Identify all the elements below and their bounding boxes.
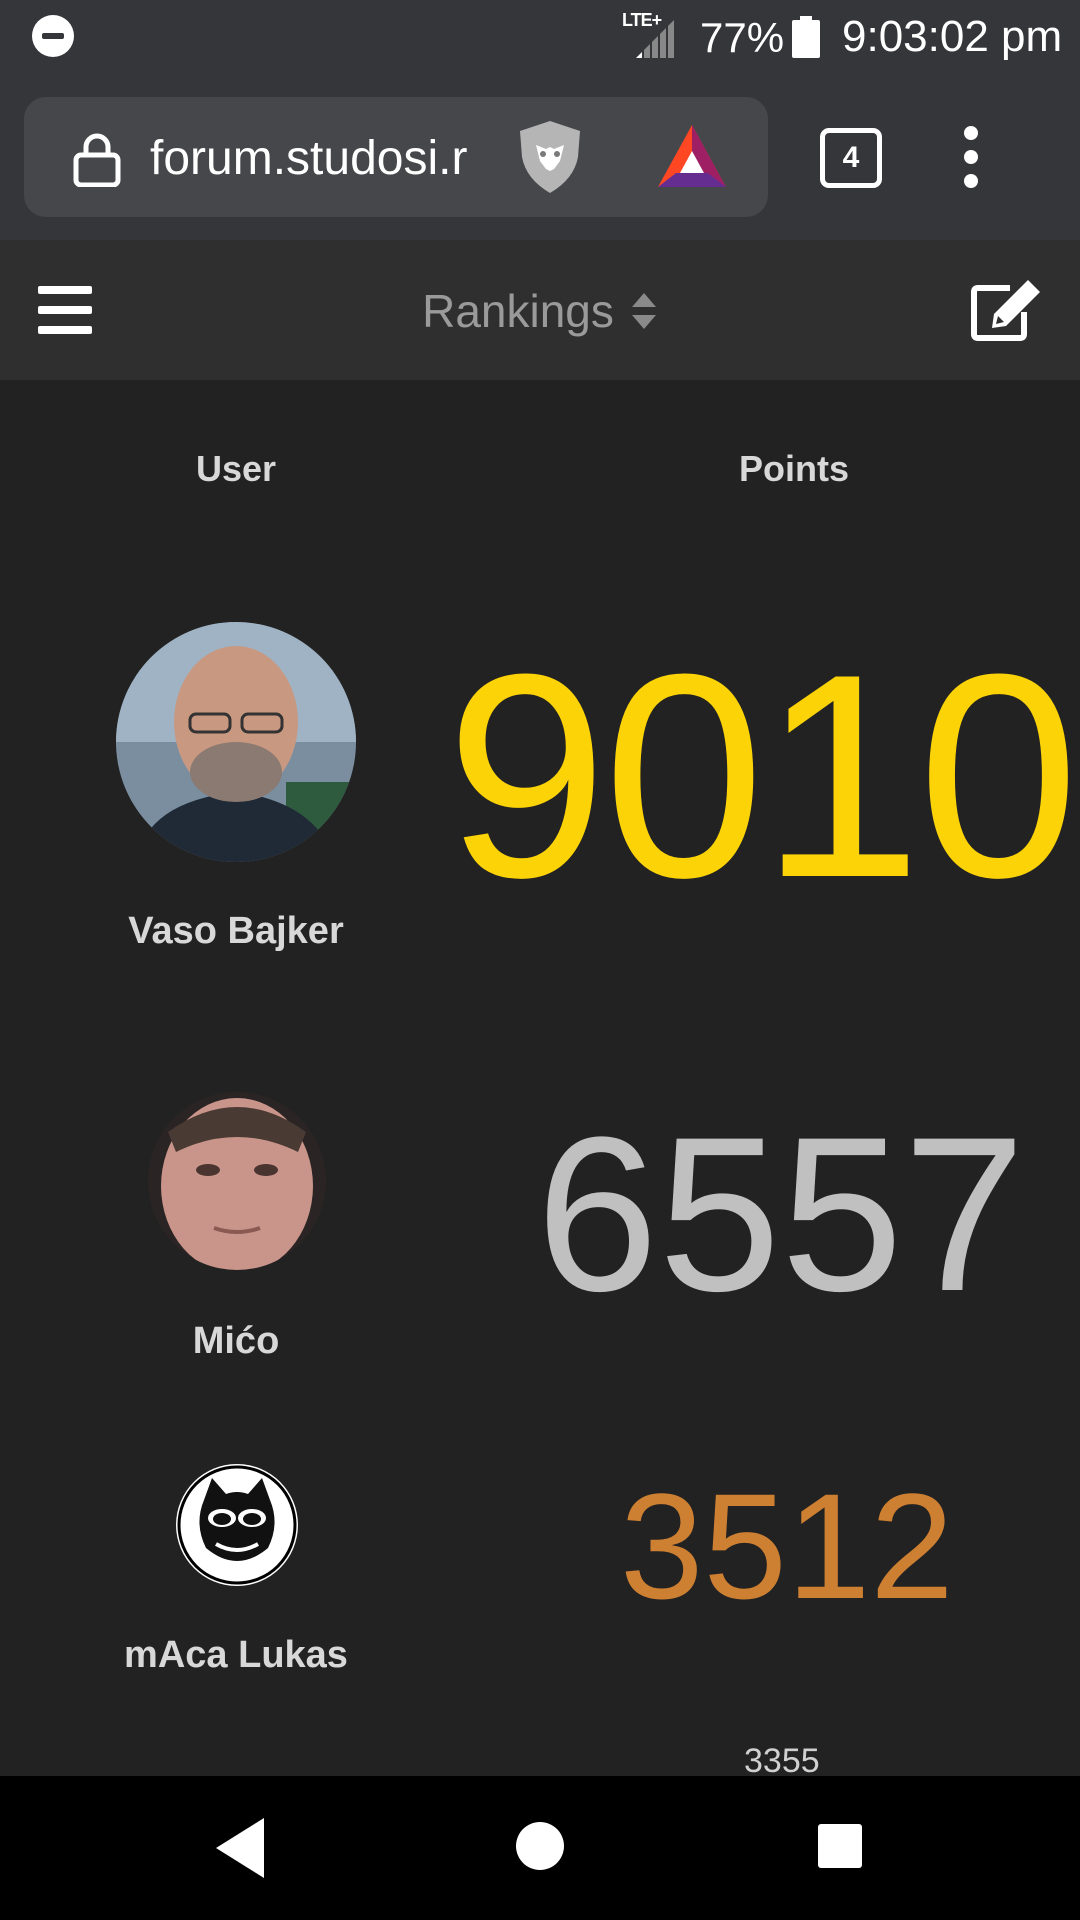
points-value: 3512	[620, 1462, 954, 1630]
status-bar: LTE+ 77% 9:03:02 pm	[0, 0, 1080, 74]
page-title-dropdown[interactable]: Rankings	[0, 284, 1080, 338]
bat-rewards-icon[interactable]	[656, 121, 728, 193]
lock-icon[interactable]	[72, 131, 122, 187]
battery-icon	[792, 16, 820, 58]
points-value: 9010	[446, 614, 1079, 938]
address-bar[interactable]: forum.studosi.r	[24, 97, 768, 217]
home-icon[interactable]	[516, 1822, 564, 1870]
battery-percent: 77%	[700, 14, 785, 61]
username[interactable]: Mićo	[86, 1320, 386, 1363]
browser-toolbar: forum.studosi.r 4	[0, 74, 1080, 240]
username[interactable]: Vaso Bajker	[86, 910, 386, 953]
sort-icon[interactable]	[630, 291, 658, 331]
avatar[interactable]	[148, 1092, 326, 1270]
username[interactable]: mAca Lukas	[86, 1634, 386, 1677]
do-not-disturb-icon	[32, 15, 74, 57]
brave-shields-icon[interactable]	[512, 117, 588, 197]
recents-icon[interactable]	[818, 1824, 862, 1868]
column-header-points[interactable]: Points	[644, 448, 944, 490]
clock: 9:03:02 pm	[842, 12, 1063, 61]
column-header-user[interactable]: User	[86, 448, 386, 490]
tab-switcher-button[interactable]: 4	[820, 128, 882, 188]
avatar[interactable]	[176, 1464, 298, 1586]
compose-icon[interactable]	[970, 278, 1042, 342]
signal-icon	[636, 20, 674, 58]
forum-header: Rankings	[0, 240, 1080, 380]
navigation-bar	[0, 1776, 1080, 1920]
avatar[interactable]	[116, 622, 356, 862]
page-title[interactable]: Rankings	[422, 285, 614, 337]
more-vert-icon[interactable]	[950, 126, 994, 190]
url-text[interactable]: forum.studosi.r	[150, 131, 510, 186]
points-value: 6557	[536, 1091, 1026, 1337]
back-icon[interactable]	[212, 1816, 268, 1880]
